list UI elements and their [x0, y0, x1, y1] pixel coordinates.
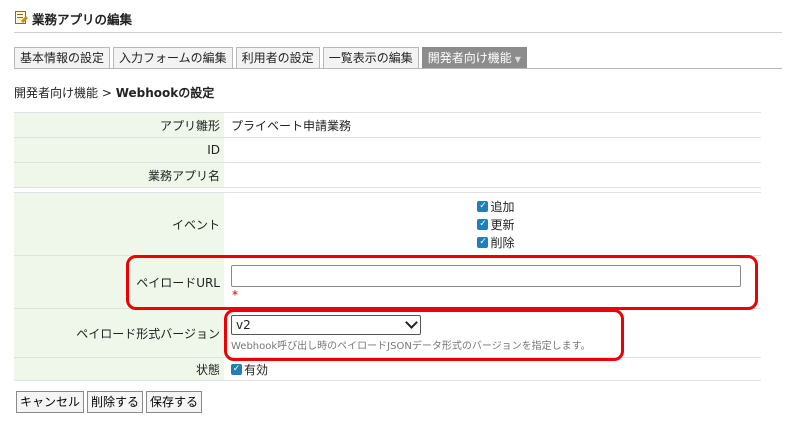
page-title: 業務アプリの編集 — [32, 12, 133, 27]
save-button[interactable]: 保存する — [146, 391, 203, 413]
app-name-value — [224, 163, 761, 187]
title-divider — [14, 32, 782, 33]
status-cell: ✓ 有効 — [224, 358, 761, 380]
tab-developer[interactable]: 開発者向け機能 ▼ — [421, 47, 527, 68]
event-update-label: 更新 — [490, 217, 515, 232]
template-value: プライベート申請業務 — [231, 118, 352, 133]
event-delete-label: 削除 — [490, 235, 515, 250]
checkbox-checked-icon[interactable]: ✓ — [477, 218, 489, 230]
checkbox-checked-icon[interactable]: ✓ — [477, 236, 489, 248]
checkbox-checked-icon[interactable]: ✓ — [477, 200, 489, 212]
tab-bar: 基本情報の設定 入力フォームの編集 利用者の設定 一覧表示の編集 開発者向け機能… — [14, 47, 530, 68]
tab-divider — [14, 68, 782, 69]
event-label: イベント — [14, 193, 224, 255]
action-buttons: キャンセル 削除する 保存する — [16, 391, 205, 413]
row-payload-url: ペイロードURL * — [14, 256, 761, 309]
row-template: アプリ雛形 プライベート申請業務 — [14, 112, 761, 138]
breadcrumb: 開発者向け機能 > Webhookの設定 — [14, 84, 214, 101]
row-status: 状態 ✓ 有効 — [14, 358, 761, 381]
row-app-name: 業務アプリ名 — [14, 163, 761, 188]
event-add-label: 追加 — [490, 199, 515, 214]
chevron-down-icon — [405, 316, 418, 329]
required-mark: * — [232, 288, 238, 302]
row-event: イベント ✓ 追加 ✓ 更新 ✓ 削除 — [14, 192, 761, 256]
tab-developer-label: 開発者向け機能 — [427, 51, 512, 65]
tab-input-form[interactable]: 入力フォームの編集 — [113, 47, 233, 68]
app-edit-icon — [14, 10, 29, 27]
status-enabled-option[interactable]: ✓ 有効 — [231, 360, 268, 378]
webhook-form: アプリ雛形 プライベート申請業務 ID 業務アプリ名 イベント ✓ 追加 ✓ 更新 … — [14, 112, 761, 381]
tab-basic-info[interactable]: 基本情報の設定 — [14, 47, 111, 68]
payload-url-label: ペイロードURL — [14, 256, 224, 308]
checkbox-checked-icon[interactable]: ✓ — [231, 363, 242, 375]
id-value — [224, 138, 761, 162]
payload-version-label: ペイロード形式バージョン — [14, 309, 224, 357]
chevron-down-icon: ▼ — [514, 55, 521, 64]
tab-list-view[interactable]: 一覧表示の編集 — [322, 47, 419, 68]
status-label: 状態 — [14, 358, 224, 380]
cancel-button[interactable]: キャンセル — [16, 391, 85, 413]
page-header: 業務アプリの編集 — [14, 9, 132, 28]
event-add-option[interactable]: ✓ 追加 — [477, 197, 515, 215]
payload-url-cell: * — [224, 256, 761, 308]
breadcrumb-parent[interactable]: 開発者向け機能 — [14, 86, 98, 100]
breadcrumb-separator: > — [98, 86, 116, 100]
event-update-option[interactable]: ✓ 更新 — [477, 215, 515, 233]
tab-users[interactable]: 利用者の設定 — [235, 47, 320, 68]
breadcrumb-current: Webhookの設定 — [115, 86, 215, 100]
payload-version-selected: v2 — [236, 317, 251, 332]
event-delete-option[interactable]: ✓ 削除 — [477, 233, 515, 251]
row-id: ID — [14, 138, 761, 163]
payload-url-input[interactable] — [231, 265, 741, 287]
delete-button[interactable]: 削除する — [87, 391, 144, 413]
payload-version-cell: v2 Webhook呼び出し時のペイロードJSONデータ形式のバージョンを指定し… — [224, 309, 761, 357]
status-enabled-label: 有効 — [244, 362, 269, 377]
id-label: ID — [14, 138, 224, 162]
payload-version-hint: Webhook呼び出し時のペイロードJSONデータ形式のバージョンを指定します。 — [231, 340, 591, 352]
app-name-label: 業務アプリ名 — [14, 163, 224, 187]
payload-version-select[interactable]: v2 — [231, 314, 421, 335]
row-payload-version: ペイロード形式バージョン v2 Webhook呼び出し時のペイロードJSONデー… — [14, 309, 761, 358]
event-checkbox-group: ✓ 追加 ✓ 更新 ✓ 削除 — [224, 193, 761, 255]
template-label: アプリ雛形 — [14, 113, 224, 137]
